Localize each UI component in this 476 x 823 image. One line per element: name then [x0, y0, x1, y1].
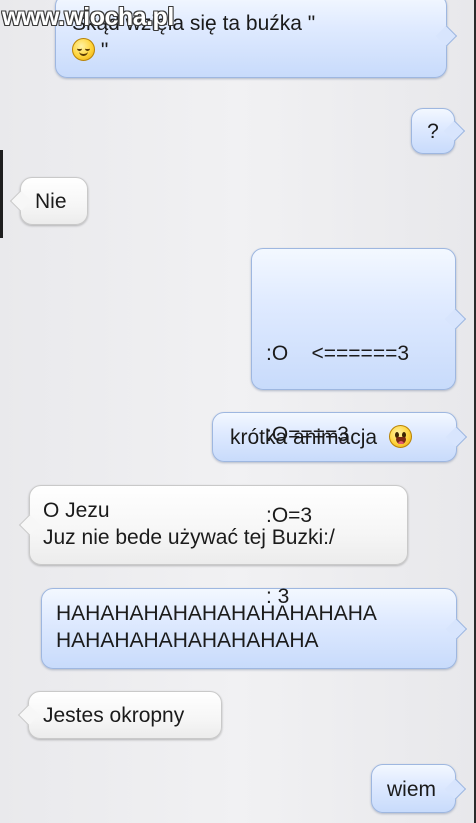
message-bubble-received[interactable]: Jestes okropny: [17, 691, 222, 739]
message-text: Jestes okropny: [43, 704, 185, 727]
message-text: Juz nie bede używać tej Buzki:/: [43, 526, 335, 549]
bubble-tail: [17, 704, 40, 726]
message-text: Nie: [35, 190, 67, 213]
message-text: O Jezu: [43, 499, 110, 522]
message-bubble-received[interactable]: O Jezu Juz nie bede używać tej Buzki:/: [18, 485, 408, 565]
message-text: HAHAHAHAHAHAHAHAHAHAHA: [56, 602, 377, 625]
message-bubble-received[interactable]: Nie: [9, 177, 88, 225]
message-text: krótka animacja: [230, 426, 378, 449]
message-bubble-sent[interactable]: :O <======3 :O====3 :O=3 : 3: [251, 248, 467, 608]
message-bubble-sent[interactable]: ?: [411, 108, 466, 154]
message-text: wiem: [387, 778, 437, 801]
surprised-face-icon: [388, 425, 412, 448]
smiling-face-icon: [72, 38, 95, 61]
bubble-tail: [435, 25, 458, 47]
message-text: :O <======3: [266, 342, 410, 365]
screen-edge-left: [0, 150, 3, 238]
message-bubble-sent[interactable]: krótka animacja: [212, 412, 468, 462]
message-bubble-sent[interactable]: wiem: [371, 764, 467, 813]
message-thread: www.wiocha.pl Skąd wzięła się ta buźka "…: [0, 0, 476, 823]
message-text-line: krótka animacja: [230, 424, 456, 451]
message-text: ?: [427, 120, 439, 143]
bubble-tail: [444, 308, 467, 330]
message-text-line-2: ": [72, 37, 430, 64]
site-watermark: www.wiocha.pl: [2, 3, 174, 31]
message-text: HAHAHAHAHAHAHAHAHA: [56, 629, 319, 652]
message-text: ": [100, 39, 109, 62]
bubble-tail: [18, 514, 41, 536]
message-bubble-sent[interactable]: HAHAHAHAHAHAHAHAHAHAHA HAHAHAHAHAHAHAHAH…: [41, 588, 468, 669]
bubble-tail: [9, 190, 32, 212]
